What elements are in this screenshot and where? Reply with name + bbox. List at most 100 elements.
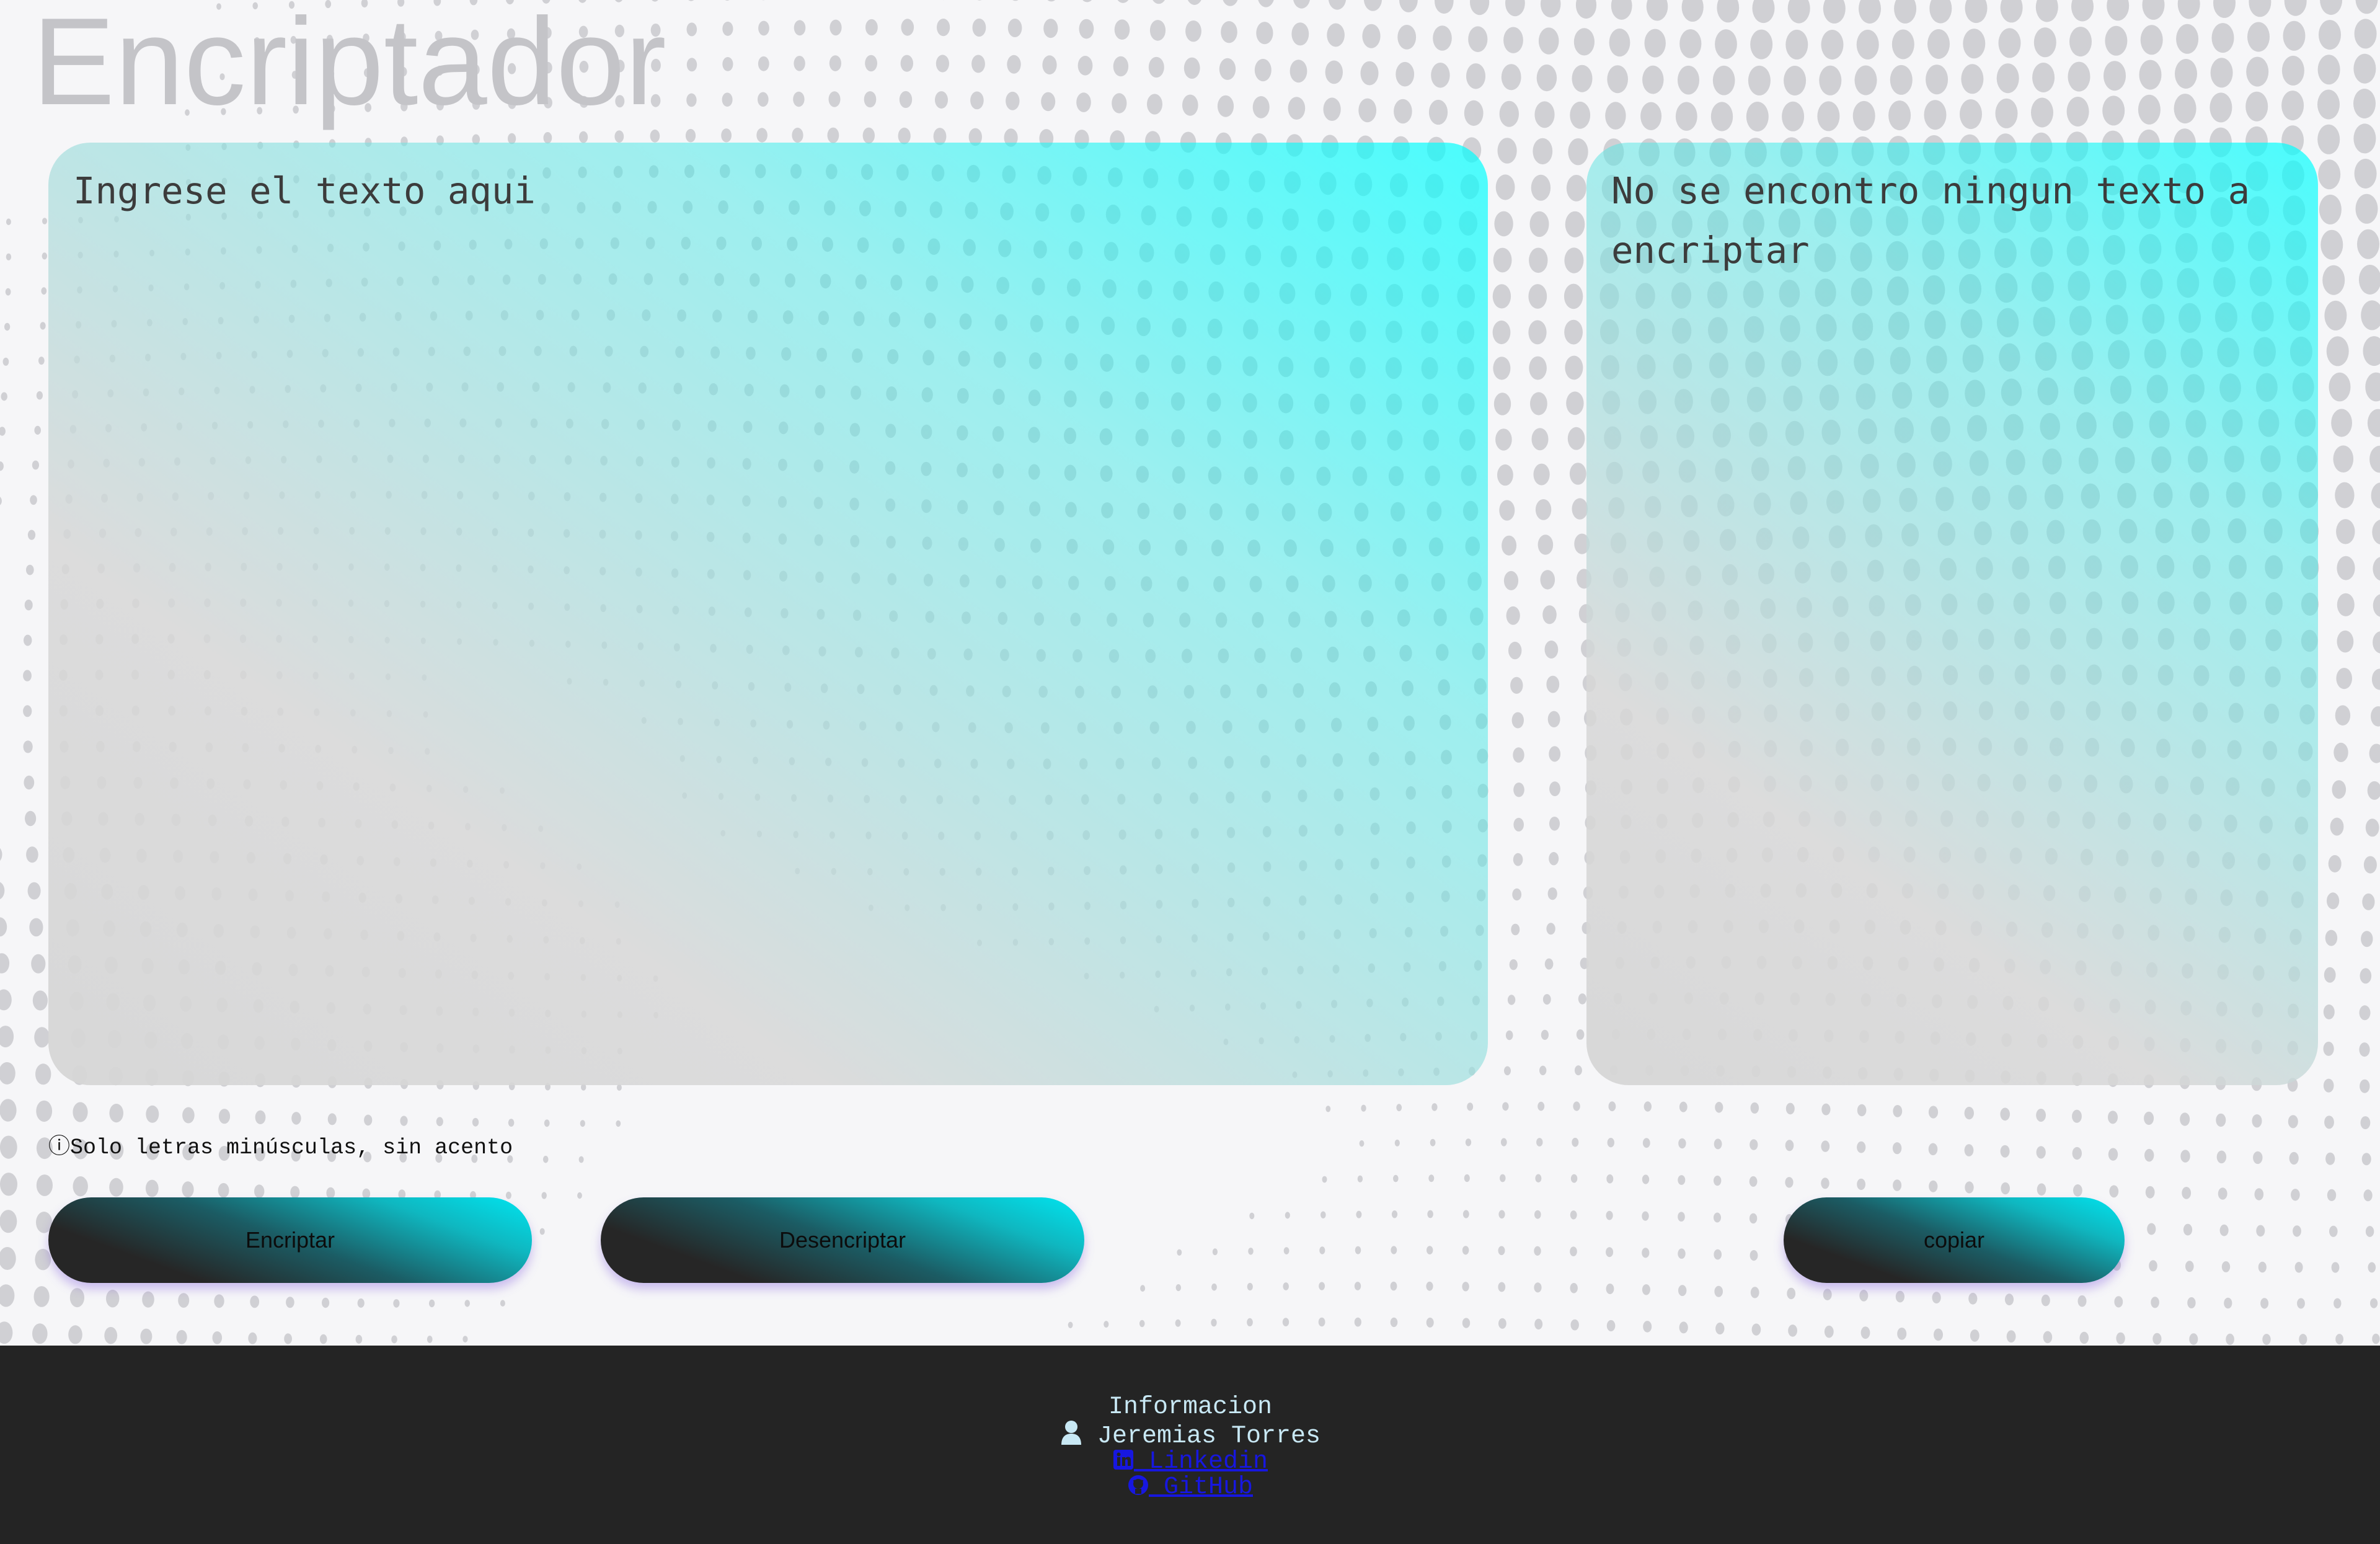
- background-dot: [2327, 892, 2340, 910]
- background-dot: [286, 1297, 294, 1308]
- background-dot: [1608, 1101, 1616, 1112]
- background-dot: [1468, 26, 1488, 52]
- background-dot: [1462, 1282, 1469, 1292]
- background-dot: [104, 1327, 118, 1344]
- background-dot: [1897, 1328, 1907, 1340]
- background-dot: [0, 953, 10, 974]
- background-dot: [1681, 0, 1704, 22]
- background-dot: [2327, 1189, 2337, 1201]
- background-dot: [1642, 1211, 1649, 1221]
- background-dot: [1499, 500, 1515, 521]
- background-dot: [899, 91, 913, 109]
- background-dot: [1643, 1101, 1652, 1112]
- background-dot: [1322, 1176, 1327, 1183]
- background-dot: [1961, 64, 1984, 94]
- background-dot: [972, 18, 986, 37]
- background-dot: [1823, 0, 1846, 24]
- background-dot: [2319, 20, 2341, 50]
- github-link[interactable]: GitHub: [1054, 1475, 1327, 1500]
- background-dot: [2000, 1145, 2010, 1158]
- background-dot: [2330, 817, 2344, 836]
- background-dot: [2334, 1298, 2342, 1309]
- text-input[interactable]: [73, 161, 1449, 1054]
- background-dot: [500, 1300, 505, 1307]
- background-dot: [505, 1191, 511, 1199]
- background-dot: [1785, 1140, 1794, 1151]
- background-dot: [1570, 1210, 1577, 1220]
- background-dot: [2001, 1182, 2010, 1195]
- background-dot: [2355, 193, 2378, 224]
- background-dot: [1256, 22, 1273, 45]
- background-dot: [1934, 1328, 1943, 1341]
- background-dot: [2041, 1294, 2050, 1307]
- background-dot: [1749, 1176, 1758, 1187]
- background-dot: [2291, 1189, 2300, 1201]
- background-dot: [1509, 959, 1518, 970]
- background-dot: [2104, 61, 2126, 91]
- background-dot: [2068, 61, 2090, 92]
- background-dot: [1394, 99, 1412, 124]
- background-dot: [2032, 63, 2055, 92]
- background-dot: [1537, 1101, 1545, 1111]
- background-dot: [290, 1186, 300, 1199]
- background-dot: [1750, 1139, 1758, 1150]
- background-dot: [1544, 641, 1559, 659]
- background-dot: [464, 1300, 470, 1307]
- background-dot: [255, 1110, 266, 1125]
- background-dot: [1323, 97, 1341, 121]
- background-dot: [1964, 1144, 1974, 1156]
- background-dot: [1642, 65, 1664, 94]
- background-dot: [1494, 211, 1513, 237]
- background-dot: [1529, 356, 1547, 380]
- background-dot: [1513, 853, 1523, 866]
- background-dot: [40, 322, 46, 330]
- background-dot: [2144, 1148, 2154, 1162]
- background-dot: [1715, 29, 1737, 60]
- copy-button[interactable]: copiar: [1784, 1197, 2125, 1283]
- background-dot: [1282, 1318, 1290, 1327]
- background-dot: [1714, 1175, 1722, 1186]
- background-dot: [1968, 1292, 1978, 1305]
- background-dot: [2072, 1109, 2082, 1123]
- background-dot: [1513, 817, 1524, 832]
- background-dot: [26, 846, 38, 863]
- background-dot: [2353, 53, 2376, 84]
- background-dot: [2335, 1334, 2344, 1345]
- background-dot: [109, 1178, 123, 1197]
- background-dot: [1430, 1138, 1436, 1147]
- background-dot: [1513, 783, 1524, 797]
- background-dot: [1817, 101, 1840, 131]
- background-dot: [1535, 1174, 1542, 1182]
- background-dot: [4, 322, 11, 331]
- background-dot: [1502, 535, 1517, 556]
- background-dot: [1784, 66, 1807, 95]
- background-dot: [0, 497, 2, 505]
- background-dot: [1082, 0, 1092, 2]
- background-dot: [2226, 1333, 2234, 1345]
- background-dot: [1319, 1246, 1325, 1254]
- background-dot: [2371, 482, 2380, 509]
- encrypt-button[interactable]: Encriptar: [48, 1197, 532, 1283]
- background-dot: [1462, 1246, 1469, 1255]
- background-dot: [140, 1328, 153, 1344]
- linkedin-link-label: Linkedin: [1133, 1448, 1268, 1476]
- background-dot: [2142, 0, 2165, 20]
- background-dot: [1751, 1323, 1761, 1336]
- decrypt-button[interactable]: Desencriptar: [601, 1197, 1084, 1283]
- background-dot: [2245, 91, 2268, 122]
- background-dot: [2329, 372, 2351, 402]
- linkedin-icon: [1113, 1450, 1133, 1470]
- background-dot: [69, 1288, 84, 1308]
- background-dot: [1644, 29, 1666, 58]
- footer-info: Informacion Jeremias Torres Linkedin Git…: [1054, 1395, 1327, 1500]
- background-dot: [1549, 746, 1561, 762]
- background-dot: [2361, 300, 2380, 331]
- background-dot: [1258, 0, 1274, 7]
- background-dot: [146, 1105, 159, 1123]
- background-dot: [68, 1325, 82, 1344]
- linkedin-link[interactable]: Linkedin: [1054, 1449, 1327, 1475]
- background-dot: [1012, 0, 1019, 1]
- background-dot: [24, 600, 33, 611]
- background-dot: [2357, 229, 2379, 259]
- background-dot: [1576, 1029, 1585, 1040]
